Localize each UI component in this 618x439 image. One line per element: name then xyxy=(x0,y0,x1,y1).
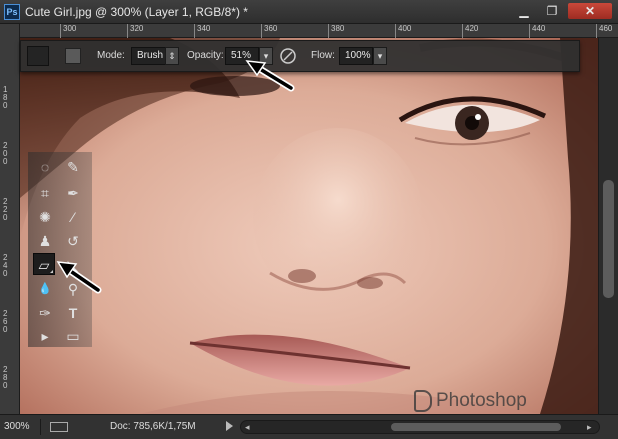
vertical-scroll-thumb[interactable] xyxy=(603,180,614,298)
ruler-tick: 180 xyxy=(3,85,8,110)
ruler-tick: 340 xyxy=(194,24,210,38)
dodge-tool-icon[interactable]: ⚲ xyxy=(62,278,84,300)
scroll-left-icon[interactable]: ◂ xyxy=(245,422,250,433)
close-button[interactable]: ✕ xyxy=(568,3,612,19)
status-bar: 300% Doc: 785,6K/1,75M ◂ ▸ xyxy=(0,414,618,439)
tool-preset-picker[interactable] xyxy=(27,46,49,66)
image-canvas[interactable] xyxy=(20,38,598,414)
pressure-opacity-icon[interactable] xyxy=(279,47,297,65)
eraser-glyph: ▱ xyxy=(38,257,50,273)
history-brush-tool-icon[interactable]: ↺ xyxy=(62,230,84,252)
title-bar: Ps Cute Girl.jpg @ 300% (Layer 1, RGB/8*… xyxy=(0,0,618,24)
opacity-label: Opacity: xyxy=(187,50,224,61)
maximize-button[interactable]: ❐ xyxy=(540,3,564,19)
lasso-tool-icon[interactable]: ◌ xyxy=(34,156,56,178)
ruler-tick: 320 xyxy=(127,24,143,38)
paint-bucket-tool-icon[interactable]: ◣ xyxy=(62,254,84,276)
status-divider xyxy=(40,419,41,435)
eyedropper-tool-icon[interactable]: ✒ xyxy=(62,182,84,204)
scroll-right-icon[interactable]: ▸ xyxy=(587,422,592,433)
pen-tool-icon[interactable]: ✑ xyxy=(34,302,56,324)
mode-dropdown-icon[interactable]: ⇕ xyxy=(165,47,179,65)
ruler-tick: 240 xyxy=(3,253,8,278)
ruler-tick: 380 xyxy=(328,24,344,38)
type-tool-icon[interactable]: T xyxy=(62,302,84,324)
flow-dropdown-icon[interactable]: ▾ xyxy=(373,47,387,65)
horizontal-scrollbar[interactable]: ◂ ▸ xyxy=(240,420,600,434)
horizontal-ruler[interactable]: 300 320 340 360 380 400 420 440 460 xyxy=(20,24,618,38)
watermark-logo-icon xyxy=(414,389,432,412)
spot-healing-tool-icon[interactable]: ✺ xyxy=(34,206,56,228)
ruler-tick: 220 xyxy=(3,197,8,222)
document-info[interactable]: Doc: 785,6K/1,75M xyxy=(110,421,196,432)
status-menu-icon[interactable] xyxy=(226,421,233,431)
opacity-input[interactable]: 51% xyxy=(225,47,259,65)
path-select-tool-icon[interactable]: ▸ xyxy=(34,325,56,347)
clone-stamp-tool-icon[interactable]: ♟ xyxy=(34,230,56,252)
rectangle-tool-icon[interactable]: ▭ xyxy=(62,325,84,347)
document-title: Cute Girl.jpg @ 300% (Layer 1, RGB/8*) * xyxy=(25,5,248,19)
minimize-button[interactable]: ▁ xyxy=(512,3,536,19)
mode-label: Mode: xyxy=(97,50,125,61)
status-info-icon[interactable] xyxy=(50,422,68,432)
ruler-tick: 200 xyxy=(3,141,8,166)
ruler-tick: 400 xyxy=(395,24,411,38)
crop-tool-icon[interactable]: ⌗ xyxy=(34,182,56,204)
watermark: Photoshop xyxy=(414,388,527,414)
vertical-ruler[interactable]: 180 200 220 240 260 280 xyxy=(0,24,20,414)
ruler-tick: 260 xyxy=(3,309,8,334)
eraser-tool-icon[interactable]: ▱ xyxy=(33,253,55,275)
ruler-tick: 420 xyxy=(462,24,478,38)
ruler-tick: 300 xyxy=(60,24,76,38)
photoshop-logo-icon: Ps xyxy=(4,4,20,20)
ruler-tick: 360 xyxy=(261,24,277,38)
blur-tool-icon[interactable]: 💧 xyxy=(34,278,56,300)
ruler-tick: 460 xyxy=(596,24,612,38)
quick-select-tool-icon[interactable]: ✎ xyxy=(62,156,84,178)
opacity-dropdown-icon[interactable]: ▾ xyxy=(259,47,273,65)
horizontal-scroll-thumb[interactable] xyxy=(391,423,561,431)
ruler-tick: 280 xyxy=(3,365,8,390)
vertical-scrollbar[interactable] xyxy=(598,38,618,414)
ruler-tick: 440 xyxy=(529,24,545,38)
tool-options-bar: Mode: Brush ⇕ Opacity: 51% ▾ Flow: 100% … xyxy=(20,40,580,72)
tools-panel: ◌ ✎ ⌗ ✒ ✺ ⁄ ♟ ↺ ▱ ◣ 💧 ⚲ ✑ T ▸ ▭ xyxy=(28,152,92,347)
zoom-level[interactable]: 300% xyxy=(4,421,30,432)
flow-input[interactable]: 100% xyxy=(339,47,373,65)
brush-tool-icon[interactable]: ⁄ xyxy=(62,206,84,228)
photo xyxy=(20,38,598,414)
flow-label: Flow: xyxy=(311,50,335,61)
watermark-text: Photoshop xyxy=(436,390,527,411)
brush-panel-icon[interactable] xyxy=(65,48,81,64)
